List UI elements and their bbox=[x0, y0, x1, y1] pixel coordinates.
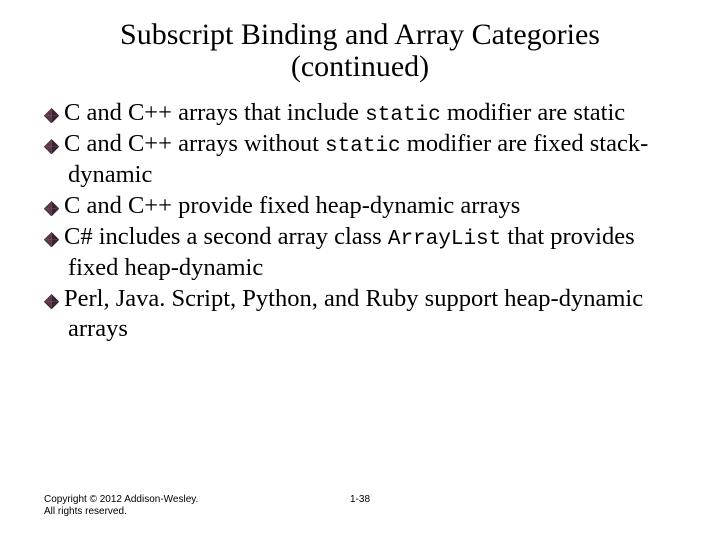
bullet-list: C and C++ arrays that include static mod… bbox=[44, 98, 676, 345]
list-item: C and C++ arrays that include static mod… bbox=[44, 98, 676, 129]
diamond-bullet-icon bbox=[44, 108, 64, 123]
list-item: Perl, Java. Script, Python, and Ruby sup… bbox=[44, 284, 676, 344]
bullet-code: static bbox=[365, 104, 441, 127]
diamond-bullet-icon bbox=[44, 139, 64, 154]
diamond-bullet-icon bbox=[44, 201, 64, 216]
bullet-text-pre: C# includes a second array class bbox=[64, 223, 388, 250]
bullet-text-pre: C and C++ arrays without bbox=[64, 130, 325, 157]
list-item: C and C++ arrays without static modifier… bbox=[44, 129, 676, 189]
slide: Subscript Binding and Array Categories (… bbox=[0, 0, 720, 540]
diamond-bullet-icon bbox=[44, 294, 64, 309]
list-item: C and C++ provide fixed heap-dynamic arr… bbox=[44, 191, 676, 222]
list-item: C# includes a second array class ArrayLi… bbox=[44, 222, 676, 282]
copyright-text: Copyright © 2012 Addison-Wesley. All rig… bbox=[44, 494, 204, 518]
bullet-text-pre: Perl, Java. Script, Python, and Ruby sup… bbox=[64, 285, 643, 342]
bullet-code: ArrayList bbox=[388, 228, 501, 251]
bullet-text-pre: C and C++ provide fixed heap-dynamic arr… bbox=[64, 192, 520, 219]
diamond-bullet-icon bbox=[44, 232, 64, 247]
body: C and C++ arrays that include static mod… bbox=[30, 98, 690, 345]
page-number: 1-38 bbox=[350, 494, 370, 505]
slide-title-line2: (continued) bbox=[30, 50, 690, 84]
bullet-text-pre: C and C++ arrays that include bbox=[64, 99, 365, 126]
footer: Copyright © 2012 Addison-Wesley. All rig… bbox=[44, 494, 676, 518]
bullet-text-post: modifier are static bbox=[441, 99, 625, 126]
bullet-code: static bbox=[325, 135, 401, 158]
